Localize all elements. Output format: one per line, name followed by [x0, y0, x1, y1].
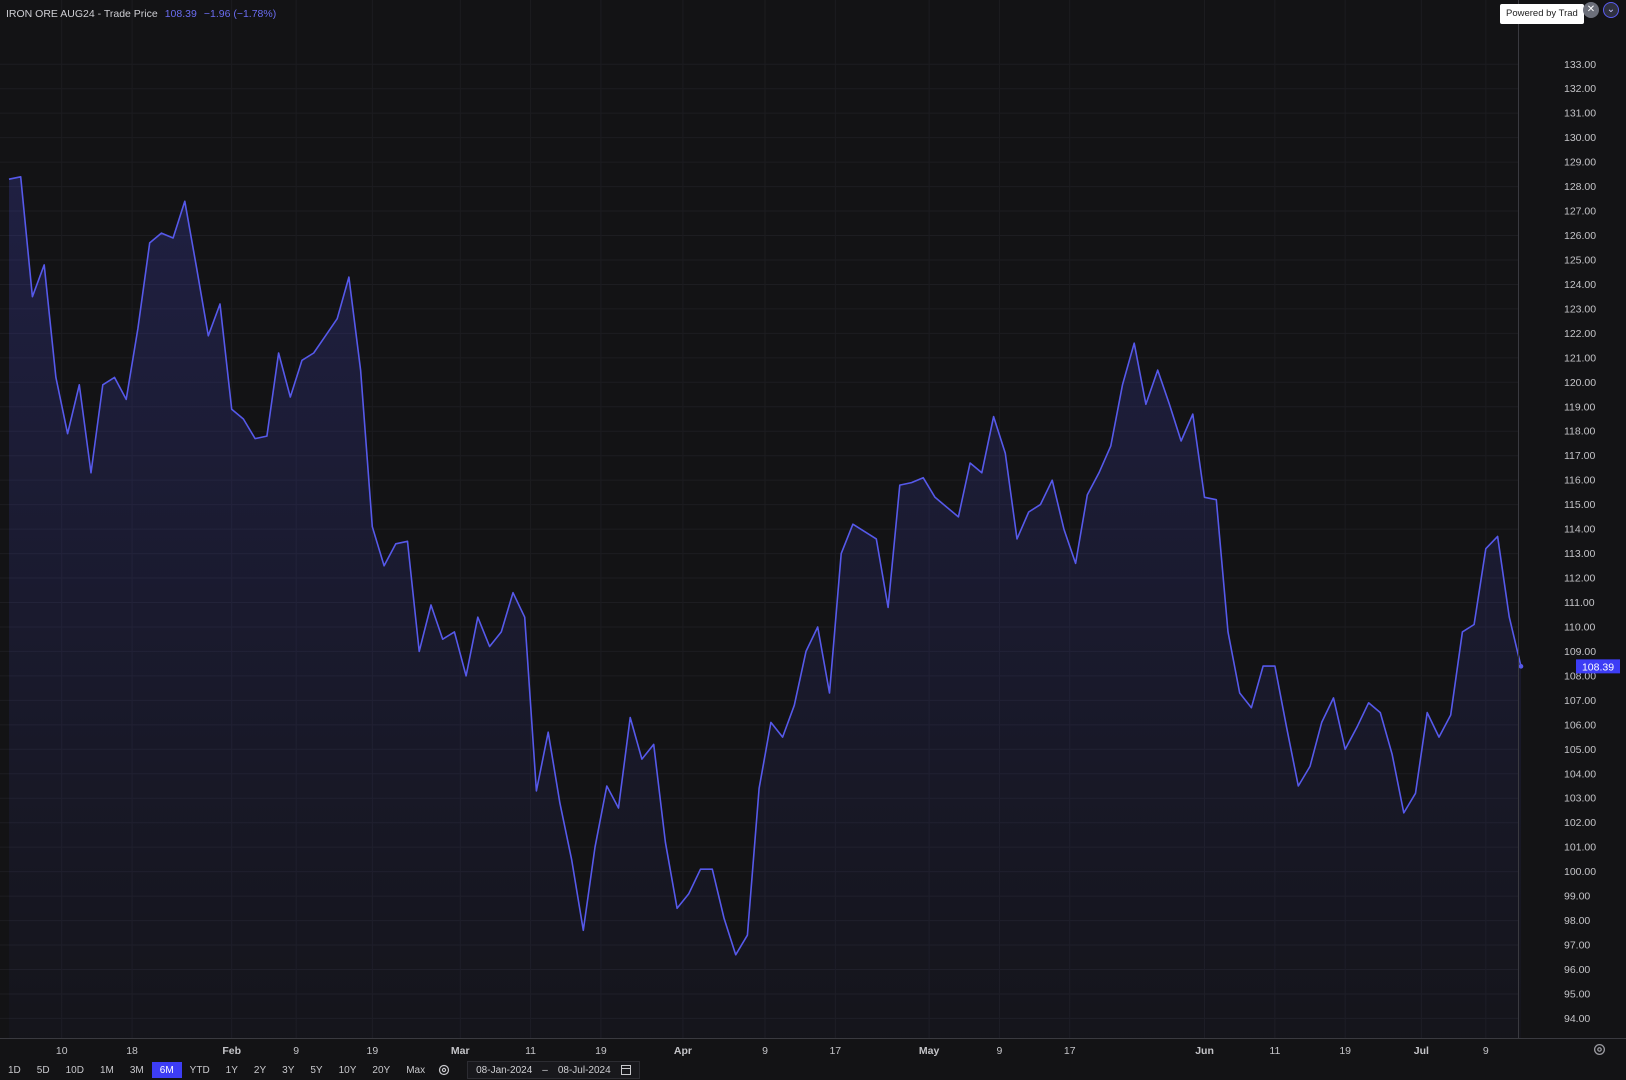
y-tick-label: 113.00 — [1564, 548, 1595, 560]
y-tick-label: 111.00 — [1564, 597, 1595, 609]
y-tick-label: 100.00 — [1564, 866, 1596, 878]
y-tick-label: 106.00 — [1564, 719, 1596, 731]
y-tick-label: 133.00 — [1564, 59, 1596, 71]
x-tick-label: 18 — [126, 1045, 138, 1057]
price-change: −1.96 (−1.78%) — [203, 8, 277, 20]
last-price-tag-label: 108.39 — [1582, 661, 1614, 673]
period-toolbar: 1D 5D 10D 1M 3M 6M YTD 1Y 2Y 3Y 5Y 10Y 20Y Max 08-Jan… — [0, 1060, 1626, 1080]
x-tick-label: 9 — [293, 1045, 299, 1057]
x-tick-label: Mar — [451, 1045, 470, 1057]
y-tick-label: 131.00 — [1564, 108, 1596, 120]
x-tick-label: 19 — [595, 1045, 607, 1057]
y-tick-label: 102.00 — [1564, 817, 1596, 829]
y-tick-label: 127.00 — [1564, 206, 1596, 218]
y-tick-label: 132.00 — [1564, 83, 1596, 95]
x-tick-label: 11 — [525, 1045, 536, 1057]
y-tick-label: 120.00 — [1564, 377, 1596, 389]
x-tick-label: 11 — [1269, 1045, 1280, 1057]
y-axis: 133.00 132.00 131.00 130.00 129.00 128.00 127.… — [1518, 0, 1620, 1038]
powered-by-banner[interactable]: Powered by Trad — [1500, 4, 1584, 24]
y-tick-label: 118.00 — [1564, 426, 1595, 438]
period-button-3m[interactable]: 3M — [122, 1062, 152, 1078]
gear-icon[interactable] — [437, 1063, 451, 1077]
y-tick-label: 97.00 — [1564, 940, 1590, 952]
y-tick-label: 94.00 — [1564, 1013, 1590, 1025]
x-tick-label: Feb — [222, 1045, 241, 1057]
period-button-20y[interactable]: 20Y — [364, 1062, 398, 1078]
y-tick-label: 114.00 — [1564, 524, 1595, 536]
period-button-3y[interactable]: 3Y — [274, 1062, 302, 1078]
instrument-title: IRON ORE AUG24 - Trade Price — [6, 8, 158, 20]
period-button-ytd[interactable]: YTD — [182, 1062, 218, 1078]
x-tick-label: 9 — [996, 1045, 1002, 1057]
last-price-marker — [1518, 664, 1524, 669]
y-tick-label: 99.00 — [1564, 891, 1590, 903]
y-tick-label: 103.00 — [1564, 793, 1596, 805]
x-tick-label: Jul — [1414, 1045, 1429, 1057]
period-button-1m[interactable]: 1M — [92, 1062, 122, 1078]
y-tick-label: 128.00 — [1564, 181, 1596, 193]
x-tick-label: 19 — [1339, 1045, 1351, 1057]
date-separator: – — [542, 1064, 548, 1076]
y-tick-label: 112.00 — [1564, 573, 1595, 585]
y-tick-label: 126.00 — [1564, 230, 1596, 242]
y-tick-label: 110.00 — [1564, 621, 1595, 633]
x-tick-label: 17 — [1064, 1045, 1076, 1057]
y-tick-label: 96.00 — [1564, 964, 1590, 976]
period-button-10d[interactable]: 10D — [58, 1062, 92, 1078]
y-tick-label: 109.00 — [1564, 646, 1596, 658]
x-tick-label: 17 — [829, 1045, 841, 1057]
x-tick-label: Apr — [674, 1045, 692, 1057]
period-button-2y[interactable]: 2Y — [246, 1062, 274, 1078]
calendar-icon[interactable] — [620, 1065, 631, 1075]
last-price: 108.39 — [164, 8, 197, 20]
y-tick-label: 129.00 — [1564, 157, 1596, 169]
period-button-max[interactable]: Max — [398, 1062, 433, 1078]
period-selector: 1D 5D 10D 1M 3M 6M YTD 1Y 2Y 3Y 5Y 10Y 20Y Max — [0, 1062, 433, 1078]
date-to[interactable]: 08-Jul-2024 — [558, 1065, 611, 1076]
y-tick-label: 124.00 — [1564, 279, 1596, 291]
date-from[interactable]: 08-Jan-2024 — [476, 1065, 532, 1076]
y-tick-label: 121.00 — [1564, 352, 1596, 364]
chart-header: IRON ORE AUG24 - Trade Price 108.39 −1.9… — [6, 8, 276, 20]
period-button-10y[interactable]: 10Y — [331, 1062, 365, 1078]
period-button-5y[interactable]: 5Y — [302, 1062, 330, 1078]
period-button-6m[interactable]: 6M — [151, 1062, 182, 1078]
y-tick-label: 115.00 — [1564, 499, 1595, 511]
x-tick-label: 9 — [762, 1045, 768, 1057]
period-button-1y[interactable]: 1Y — [218, 1062, 246, 1078]
x-tick-label: 10 — [56, 1045, 68, 1057]
y-tick-label: 105.00 — [1564, 744, 1596, 756]
y-tick-label: 98.00 — [1564, 915, 1590, 927]
gear-icon[interactable] — [1592, 1042, 1606, 1056]
x-tick-label: Jun — [1195, 1045, 1214, 1057]
y-tick-label: 125.00 — [1564, 254, 1596, 266]
y-tick-label: 122.00 — [1564, 328, 1596, 340]
y-tick-label: 123.00 — [1564, 303, 1596, 315]
chevron-down-icon[interactable]: ⌄ — [1603, 2, 1619, 18]
period-button-5d[interactable]: 5D — [29, 1062, 58, 1078]
y-tick-label: 117.00 — [1564, 450, 1595, 462]
x-tick-label: 9 — [1483, 1045, 1489, 1057]
y-tick-label: 95.00 — [1564, 988, 1590, 1000]
y-tick-label: 116.00 — [1564, 475, 1595, 487]
y-tick-label: 104.00 — [1564, 768, 1596, 780]
y-tick-label: 107.00 — [1564, 695, 1596, 707]
x-tick-label: May — [919, 1045, 940, 1057]
y-tick-label: 101.00 — [1564, 842, 1596, 854]
y-tick-label: 119.00 — [1564, 401, 1595, 413]
period-button-1d[interactable]: 1D — [0, 1062, 29, 1078]
y-tick-label: 130.00 — [1564, 132, 1596, 144]
date-range-picker[interactable]: 08-Jan-2024 – 08-Jul-2024 — [467, 1061, 640, 1079]
close-icon[interactable]: ✕ — [1583, 2, 1599, 18]
price-chart[interactable]: 133.00 132.00 131.00 130.00 129.00 128.00 127.… — [0, 0, 1626, 1080]
x-tick-label: 19 — [367, 1045, 379, 1057]
x-axis: 10 18 Feb 9 19 Mar 11 19 Apr 9 17 May 9 17 Jun 11 19 Jul 9 — [0, 1038, 1626, 1057]
